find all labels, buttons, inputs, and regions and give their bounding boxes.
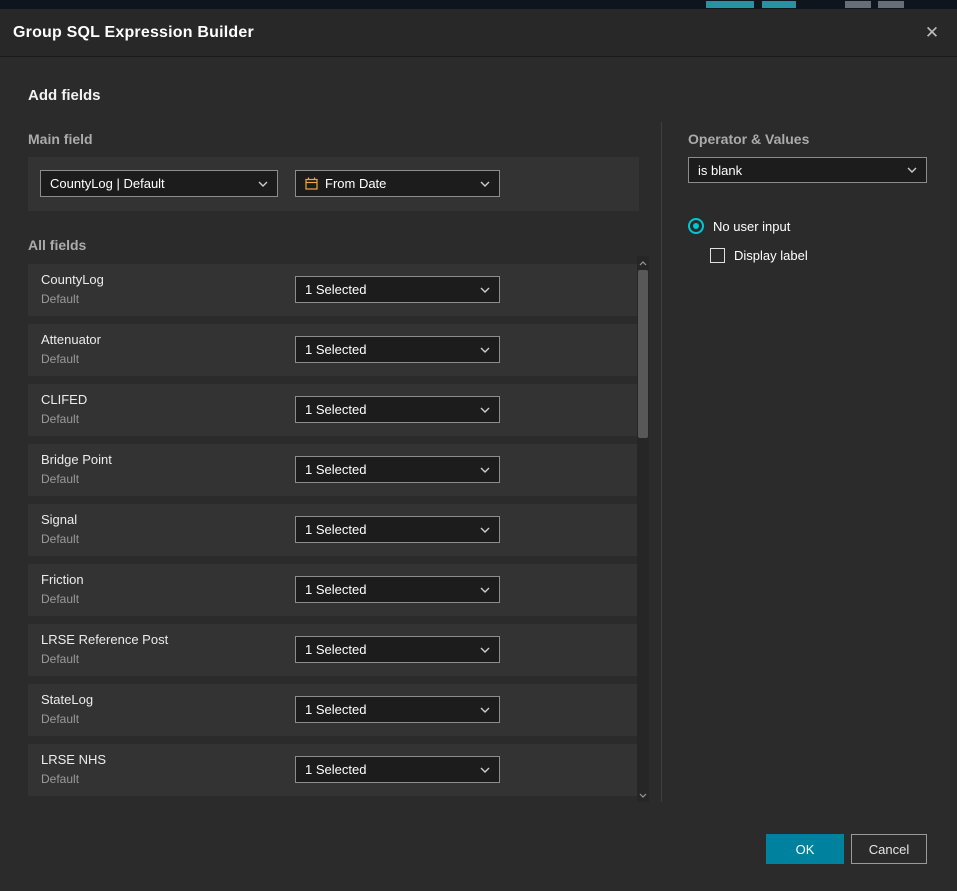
cancel-button[interactable]: Cancel xyxy=(851,834,927,864)
field-sublabel: Default xyxy=(41,652,79,666)
field-name: Signal xyxy=(41,512,77,527)
field-row: Friction Default 1 Selected xyxy=(28,564,639,616)
chevron-down-icon xyxy=(480,181,490,187)
chevron-down-icon xyxy=(480,767,490,773)
background-app-strip xyxy=(0,0,957,9)
main-field-dropdown[interactable]: From Date xyxy=(295,170,500,197)
add-fields-heading: Add fields xyxy=(28,87,101,104)
field-name: CountyLog xyxy=(41,272,104,287)
field-selected-value: 1 Selected xyxy=(305,762,474,777)
no-user-input-radio[interactable]: No user input xyxy=(688,218,790,234)
close-icon[interactable]: ✕ xyxy=(919,20,945,46)
field-values-dropdown[interactable]: 1 Selected xyxy=(295,276,500,303)
chevron-down-icon xyxy=(258,181,268,187)
main-field-label: Main field xyxy=(28,131,93,147)
field-selected-value: 1 Selected xyxy=(305,582,474,597)
field-selected-value: 1 Selected xyxy=(305,342,474,357)
field-row: CLIFED Default 1 Selected xyxy=(28,384,639,436)
chevron-down-icon xyxy=(480,347,490,353)
operator-dropdown[interactable]: is blank xyxy=(688,157,927,183)
scrollbar[interactable] xyxy=(637,256,649,802)
field-selected-value: 1 Selected xyxy=(305,462,474,477)
field-row: CountyLog Default 1 Selected xyxy=(28,264,639,316)
all-fields-label: All fields xyxy=(28,237,86,253)
chevron-down-icon xyxy=(480,587,490,593)
no-user-input-label: No user input xyxy=(713,219,790,234)
layer-dropdown[interactable]: CountyLog | Default xyxy=(40,170,278,197)
background-app-fragment xyxy=(845,1,871,8)
chevron-down-icon xyxy=(480,647,490,653)
field-sublabel: Default xyxy=(41,292,79,306)
field-row: Attenuator Default 1 Selected xyxy=(28,324,639,376)
field-name: LRSE NHS xyxy=(41,752,106,767)
field-selected-value: 1 Selected xyxy=(305,702,474,717)
field-name: LRSE Reference Post xyxy=(41,632,168,647)
chevron-down-icon xyxy=(480,527,490,533)
chevron-down-icon xyxy=(480,707,490,713)
operator-values-label: Operator & Values xyxy=(688,131,809,147)
field-selected-value: 1 Selected xyxy=(305,282,474,297)
display-label-checkbox[interactable]: Display label xyxy=(710,248,808,263)
main-field-dropdown-value: From Date xyxy=(325,176,474,191)
dialog-header: Group SQL Expression Builder ✕ xyxy=(0,9,957,57)
field-values-dropdown[interactable]: 1 Selected xyxy=(295,396,500,423)
field-row: Signal Default 1 Selected xyxy=(28,504,639,556)
background-app-fragment xyxy=(762,1,796,8)
field-selected-value: 1 Selected xyxy=(305,522,474,537)
vertical-divider xyxy=(661,122,662,802)
scroll-down-icon[interactable] xyxy=(637,789,649,801)
field-sublabel: Default xyxy=(41,352,79,366)
field-values-dropdown[interactable]: 1 Selected xyxy=(295,756,500,783)
display-label-label: Display label xyxy=(734,248,808,263)
field-sublabel: Default xyxy=(41,712,79,726)
operator-dropdown-value: is blank xyxy=(698,163,901,178)
field-name: CLIFED xyxy=(41,392,87,407)
field-values-dropdown[interactable]: 1 Selected xyxy=(295,516,500,543)
chevron-down-icon xyxy=(480,467,490,473)
all-fields-list: CountyLog Default 1 Selected Attenuator … xyxy=(28,264,639,804)
field-values-dropdown[interactable]: 1 Selected xyxy=(295,696,500,723)
field-selected-value: 1 Selected xyxy=(305,642,474,657)
field-values-dropdown[interactable]: 1 Selected xyxy=(295,456,500,483)
field-values-dropdown[interactable]: 1 Selected xyxy=(295,636,500,663)
layer-dropdown-value: CountyLog | Default xyxy=(50,176,252,191)
field-name: Friction xyxy=(41,572,84,587)
field-sublabel: Default xyxy=(41,772,79,786)
background-app-fragment xyxy=(706,1,754,8)
chevron-down-icon xyxy=(907,167,917,173)
field-row: LRSE Reference Post Default 1 Selected xyxy=(28,624,639,676)
field-values-dropdown[interactable]: 1 Selected xyxy=(295,336,500,363)
field-row: StateLog Default 1 Selected xyxy=(28,684,639,736)
field-sublabel: Default xyxy=(41,592,79,606)
field-name: StateLog xyxy=(41,692,93,707)
scroll-up-icon[interactable] xyxy=(637,257,649,269)
field-sublabel: Default xyxy=(41,412,79,426)
checkbox-unchecked-icon xyxy=(710,248,725,263)
field-sublabel: Default xyxy=(41,472,79,486)
main-field-panel: CountyLog | Default From Date xyxy=(28,157,639,211)
field-selected-value: 1 Selected xyxy=(305,402,474,417)
ok-button[interactable]: OK xyxy=(766,834,844,864)
radio-selected-icon xyxy=(688,218,704,234)
field-row: Bridge Point Default 1 Selected xyxy=(28,444,639,496)
dialog-title: Group SQL Expression Builder xyxy=(13,24,254,42)
scrollbar-thumb[interactable] xyxy=(638,270,648,438)
field-sublabel: Default xyxy=(41,532,79,546)
background-app-fragment xyxy=(878,1,904,8)
chevron-down-icon xyxy=(480,287,490,293)
field-name: Bridge Point xyxy=(41,452,112,467)
chevron-down-icon xyxy=(480,407,490,413)
calendar-icon xyxy=(305,177,318,190)
field-name: Attenuator xyxy=(41,332,101,347)
field-values-dropdown[interactable]: 1 Selected xyxy=(295,576,500,603)
field-row: LRSE NHS Default 1 Selected xyxy=(28,744,639,796)
